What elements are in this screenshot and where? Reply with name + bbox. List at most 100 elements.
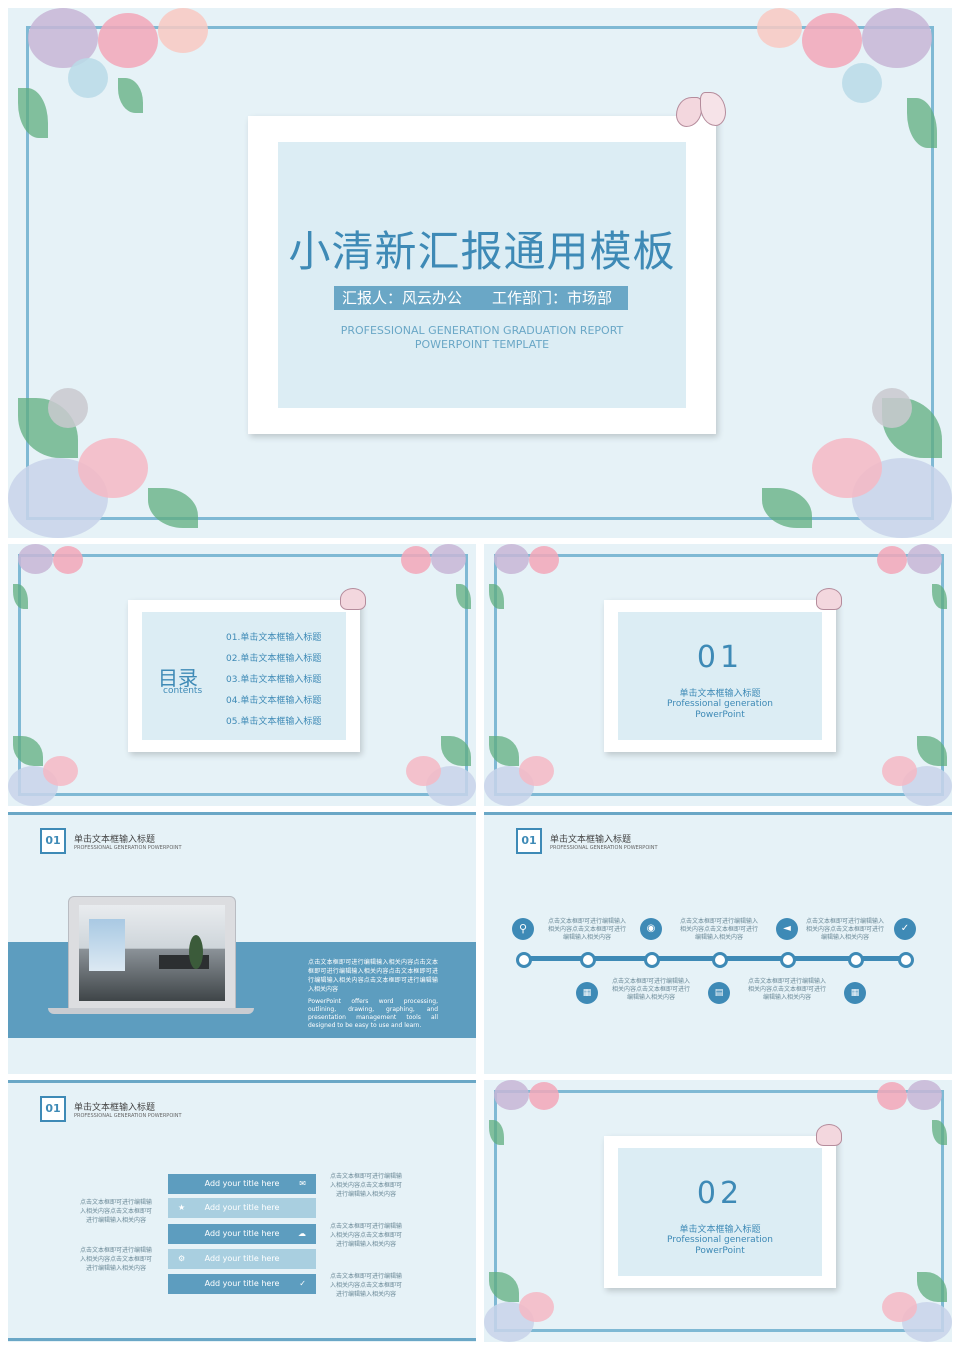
title-bar-label: Add your title here	[204, 1203, 280, 1212]
flower-decoration-bottom-right	[722, 368, 952, 538]
gear-icon: ⚙	[178, 1254, 186, 1263]
timeline-text-top-3: 点击文本框即可进行编辑输入相关内容点击文本框即可进行编辑输入相关内容	[805, 918, 884, 941]
slide-title: 单击文本框输入标题	[74, 1103, 156, 1113]
cover-subtitle-2: POWERPOINT TEMPLATE	[414, 338, 550, 351]
section-stamp	[604, 1136, 836, 1288]
toc-subtitle: contents	[163, 686, 203, 696]
timeline-node	[644, 952, 660, 968]
flower-decoration-top-left	[484, 544, 594, 614]
laptop-base	[48, 1008, 254, 1014]
timeline-node	[580, 952, 596, 968]
title-bar-label: Add your title here	[204, 1254, 280, 1263]
slide-laptop[interactable]: 01 单击文本框输入标题 PROFESSIONAL GENERATION POW…	[8, 812, 476, 1074]
megaphone-icon: ◄	[776, 918, 798, 940]
section-number-box: 01	[40, 828, 66, 854]
timeline-node	[780, 952, 796, 968]
butterfly-icon	[816, 1124, 842, 1146]
slide-toc[interactable]: 目录 contents 01.单击文本框输入标题 02.单击文本框输入标题 03…	[8, 544, 476, 806]
toc-item-1[interactable]: 01.单击文本框输入标题	[226, 630, 321, 643]
bar-text-left-1: 点击文本框即可进行编辑输入相关内容点击文本框即可进行编辑输入相关内容	[79, 1199, 152, 1224]
section-en-2: PowerPoint	[695, 1246, 745, 1256]
title-bar-5[interactable]: Add your title here ✓	[168, 1274, 316, 1294]
butterfly-icon	[340, 588, 366, 610]
butterfly-icon	[676, 92, 726, 132]
toc-item-2[interactable]: 02.单击文本框输入标题	[226, 651, 321, 664]
timeline-text-bottom-1: 点击文本框即可进行编辑输入相关内容点击文本框即可进行编辑输入相关内容	[611, 978, 690, 1001]
flower-decoration-top-left	[484, 1080, 594, 1150]
bar-text-right-3: 点击文本框即可进行编辑输入相关内容点击文本框即可进行编辑输入相关内容	[329, 1273, 402, 1298]
top-rule	[8, 1080, 476, 1083]
slide-title: 单击文本框输入标题	[550, 835, 632, 845]
title-bar-label: Add your title here	[204, 1279, 280, 1288]
title-bar-3[interactable]: Add your title here ☁	[168, 1224, 316, 1244]
title-bar-label: Add your title here	[204, 1229, 280, 1238]
slide-section-02[interactable]: 02 单击文本框输入标题 Professional generation Pow…	[484, 1080, 952, 1342]
slide-title: 单击文本框输入标题	[74, 835, 156, 845]
bar-text-right-1: 点击文本框即可进行编辑输入相关内容点击文本框即可进行编辑输入相关内容	[329, 1173, 402, 1198]
cover-title: 小清新汇报通用模板	[288, 227, 676, 276]
department-label: 工作部门：市场部	[492, 289, 613, 307]
slide-section-01[interactable]: 01 单击文本框输入标题 Professional generation Pow…	[484, 544, 952, 806]
slide-subtitle: PROFESSIONAL GENERATION POWERPOINT	[550, 845, 658, 851]
title-bar-4[interactable]: Add your title here ⚙	[168, 1249, 316, 1269]
slide-timeline[interactable]: 01 单击文本框输入标题 PROFESSIONAL GENERATION POW…	[484, 812, 952, 1074]
timeline-text-top-1: 点击文本框即可进行编辑输入相关内容点击文本框即可进行编辑输入相关内容	[547, 918, 626, 941]
flower-decoration-bottom-left	[484, 726, 594, 806]
laptop-device	[68, 896, 236, 1010]
mail-icon: ✉	[299, 1179, 306, 1188]
title-bar-2[interactable]: Add your title here ★	[168, 1198, 316, 1218]
section-en-2: PowerPoint	[695, 710, 745, 720]
title-bar-label: Add your title here	[204, 1179, 280, 1188]
slide-bars[interactable]: 01 单击文本框输入标题 PROFESSIONAL GENERATION POW…	[8, 1080, 476, 1342]
toc-item-3[interactable]: 03.单击文本框输入标题	[226, 672, 321, 685]
timeline-node	[898, 952, 914, 968]
slide-subtitle: PROFESSIONAL GENERATION POWERPOINT	[74, 1113, 182, 1119]
section-number: 02	[696, 1176, 744, 1211]
section-number-box: 01	[40, 1096, 66, 1122]
toc-item-4[interactable]: 04.单击文本框输入标题	[226, 693, 321, 706]
section-stamp	[604, 600, 836, 752]
flower-decoration-bottom-right	[842, 1262, 952, 1342]
thumbs-up-icon: ✓	[894, 918, 916, 940]
flower-decoration-bottom-right	[366, 726, 476, 806]
title-bar-1[interactable]: Add your title here ✉	[168, 1174, 316, 1194]
flower-decoration-bottom-left	[8, 368, 238, 538]
flower-decoration-bottom-left	[8, 726, 118, 806]
trophy-icon: ★	[178, 1203, 186, 1212]
timeline-text-top-2: 点击文本框即可进行编辑输入相关内容点击文本框即可进行编辑输入相关内容	[679, 918, 758, 941]
cloud-icon: ☁	[298, 1229, 306, 1238]
bar-text-left-2: 点击文本框即可进行编辑输入相关内容点击文本框即可进行编辑输入相关内容	[79, 1247, 152, 1272]
search-icon: ⚲	[512, 918, 534, 940]
section-en-1: Professional generation	[667, 699, 773, 709]
flower-decoration-top-left	[8, 544, 118, 614]
slide-cover[interactable]: 小清新汇报通用模板 汇报人：风云办公 工作部门：市场部 PROFESSIONAL…	[8, 8, 952, 538]
section-en-1: Professional generation	[667, 1235, 773, 1245]
bar-text-right-2: 点击文本框即可进行编辑输入相关内容点击文本框即可进行编辑输入相关内容	[329, 1223, 402, 1248]
flower-decoration-top-right	[842, 544, 952, 614]
top-rule	[484, 812, 952, 815]
camera-icon: ◉	[640, 918, 662, 940]
slide-subtitle: PROFESSIONAL GENERATION POWERPOINT	[74, 845, 182, 851]
timeline-text-bottom-2: 点击文本框即可进行编辑输入相关内容点击文本框即可进行编辑输入相关内容	[747, 978, 826, 1001]
flower-decoration-bottom-right	[842, 726, 952, 806]
office-photo	[79, 905, 225, 1001]
bottom-rule	[8, 1338, 476, 1341]
calendar-icon: ▦	[576, 982, 598, 1004]
flower-decoration-top-left	[8, 8, 228, 158]
timeline-node	[712, 952, 728, 968]
cover-subtitle-1: PROFESSIONAL GENERATION GRADUATION REPOR…	[340, 324, 624, 337]
toc-item-5[interactable]: 05.单击文本框输入标题	[226, 714, 321, 727]
timeline-node	[516, 952, 532, 968]
top-rule	[8, 812, 476, 815]
section-title: 单击文本框输入标题	[679, 1225, 761, 1235]
section-number-box: 01	[516, 828, 542, 854]
laptop-text-en: PowerPoint offers word processing, outli…	[308, 998, 438, 1029]
thumbs-up-icon: ✓	[299, 1279, 306, 1288]
butterfly-icon	[816, 588, 842, 610]
flower-decoration-top-right	[366, 544, 476, 614]
section-number: 01	[696, 640, 744, 675]
flower-decoration-bottom-left	[484, 1262, 594, 1342]
flower-decoration-top-right	[732, 8, 952, 158]
reporter-label: 汇报人：风云办公	[342, 289, 463, 307]
laptop-text-cn: 点击文本框即可进行编辑输入相关内容点击文本框即可进行编辑输入相关内容点击文本框即…	[308, 959, 438, 993]
